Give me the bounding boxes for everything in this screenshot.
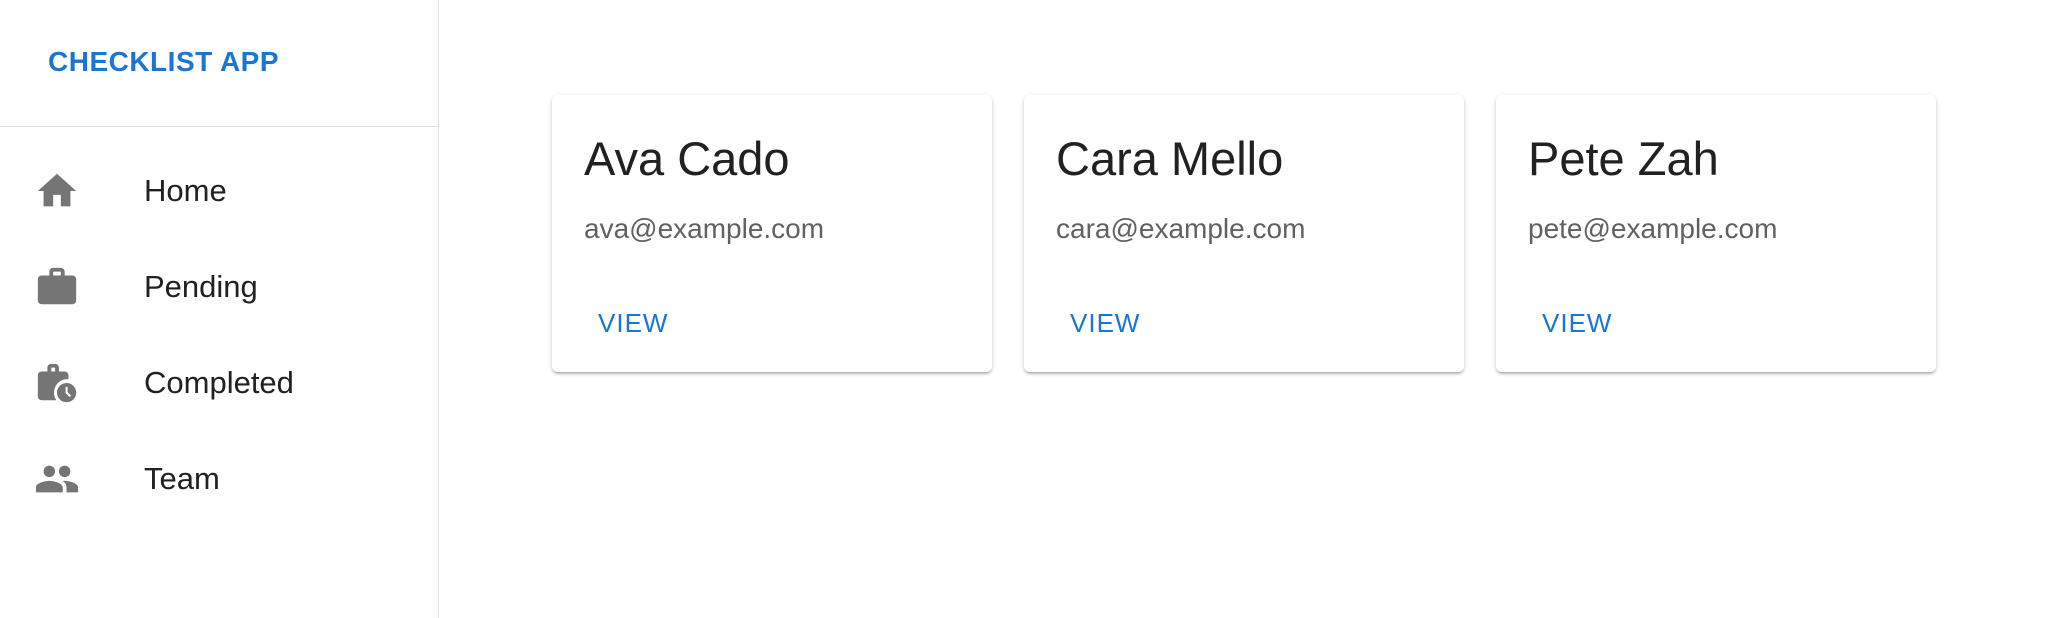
people-icon — [33, 455, 81, 503]
home-icon — [33, 167, 81, 215]
user-card: Cara Mello cara@example.com VIEW — [1024, 95, 1464, 372]
card-email: ava@example.com — [584, 213, 825, 244]
briefcase-clock-icon — [33, 359, 81, 407]
card-list: Ava Cado ava@example.com VIEW Cara Mello… — [552, 95, 1936, 372]
sidebar-item-label: Team — [144, 461, 220, 496]
sidebar-item-label: Home — [144, 173, 227, 208]
view-button[interactable]: VIEW — [1542, 308, 1612, 339]
sidebar-item-team[interactable]: Team — [0, 431, 438, 527]
sidebar: CHECKLIST APP Home Pending Completed Tea… — [0, 0, 439, 618]
sidebar-item-home[interactable]: Home — [0, 143, 438, 239]
card-email: pete@example.com — [1528, 213, 1778, 244]
briefcase-icon — [33, 263, 81, 311]
card-name: Pete Zah — [1528, 132, 1719, 185]
view-button[interactable]: VIEW — [598, 308, 668, 339]
sidebar-header: CHECKLIST APP — [0, 0, 438, 127]
sidebar-item-label: Completed — [144, 365, 294, 400]
app-root: CHECKLIST APP Home Pending Completed Tea… — [0, 0, 2048, 618]
view-button[interactable]: VIEW — [1070, 308, 1140, 339]
user-card: Pete Zah pete@example.com VIEW — [1496, 95, 1936, 372]
card-name: Ava Cado — [584, 132, 790, 185]
sidebar-item-label: Pending — [144, 269, 258, 304]
card-email: cara@example.com — [1056, 213, 1306, 244]
app-title[interactable]: CHECKLIST APP — [48, 46, 279, 78]
sidebar-item-pending[interactable]: Pending — [0, 239, 438, 335]
main-content: Ava Cado ava@example.com VIEW Cara Mello… — [439, 0, 2048, 618]
sidebar-nav: Home Pending Completed Team — [0, 127, 438, 527]
card-name: Cara Mello — [1056, 132, 1284, 185]
user-card: Ava Cado ava@example.com VIEW — [552, 95, 992, 372]
sidebar-item-completed[interactable]: Completed — [0, 335, 438, 431]
